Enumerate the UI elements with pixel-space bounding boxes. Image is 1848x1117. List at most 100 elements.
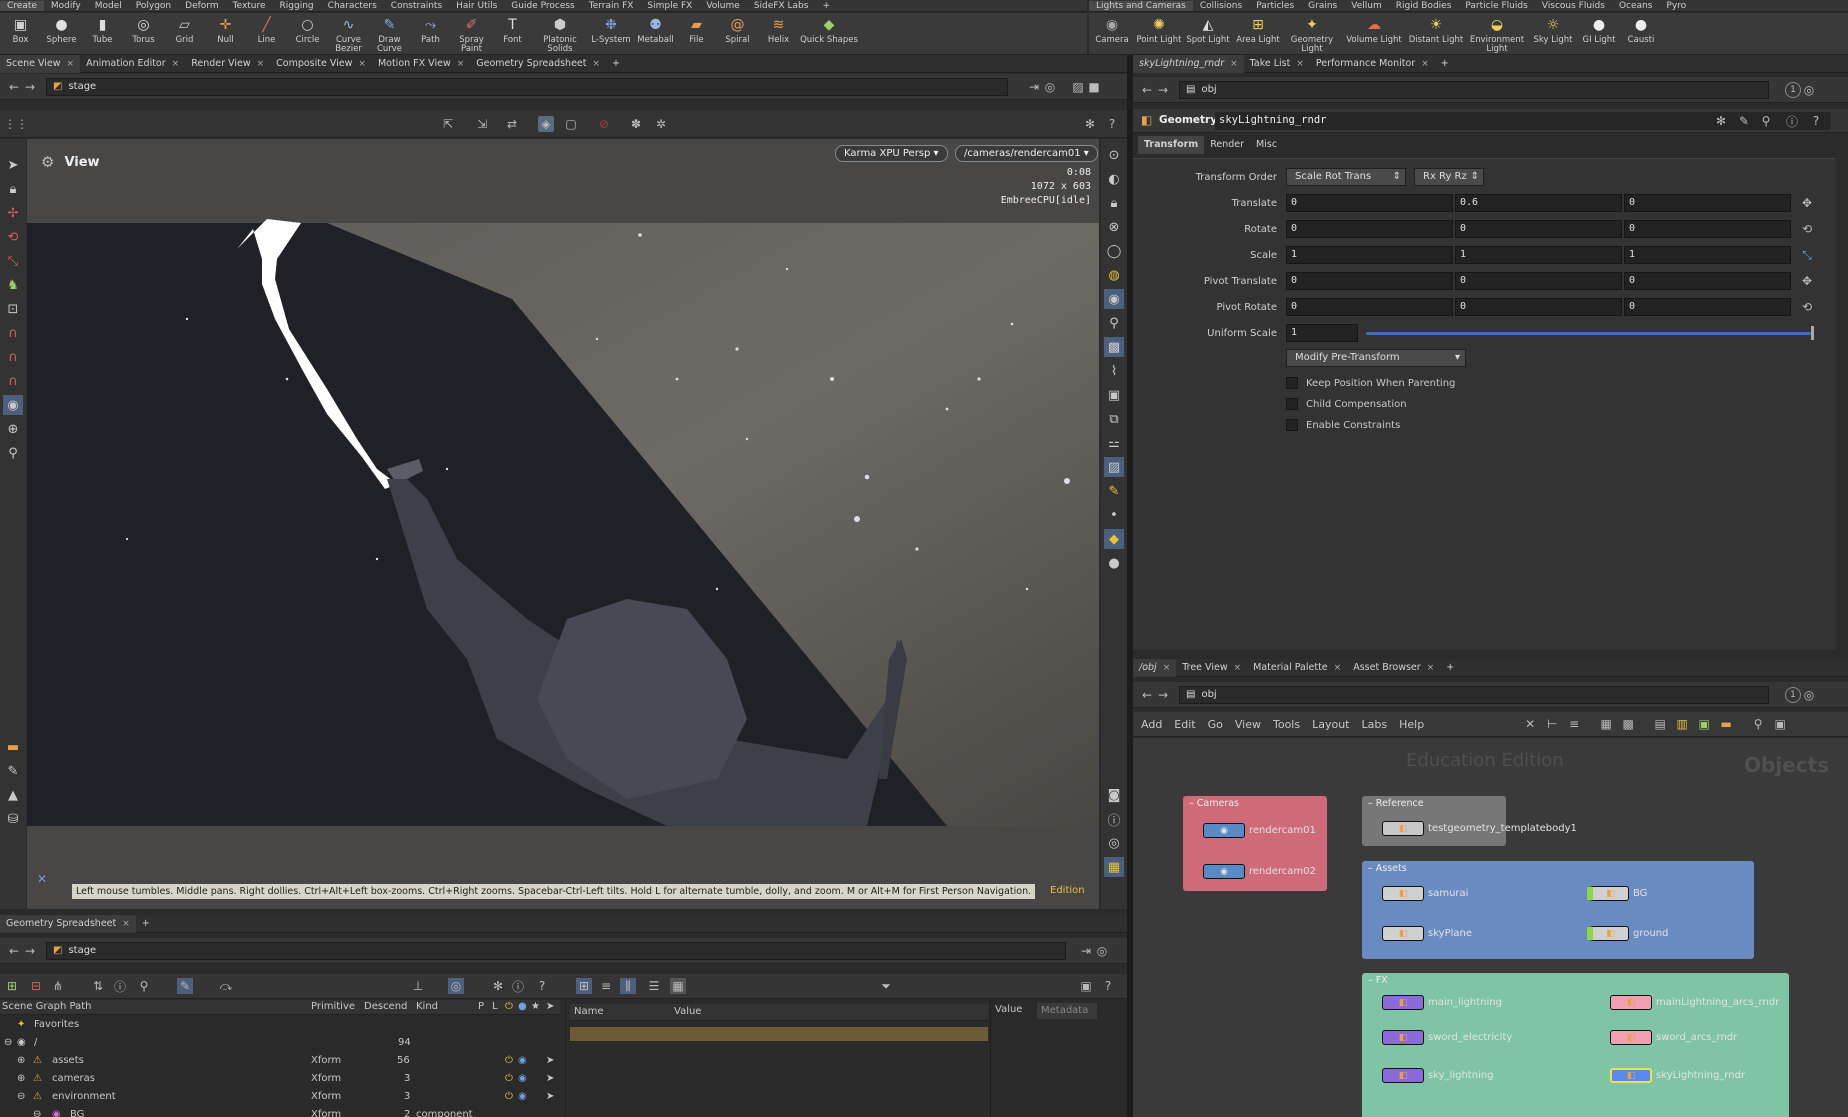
params-scrollbar[interactable] <box>1835 158 1848 650</box>
funnel-icon[interactable]: ⏷ <box>878 978 894 994</box>
filter-icon[interactable]: ⋔ <box>50 978 66 994</box>
node-main-lightning-arcs[interactable]: ◧ mainLightning_arcs_rndr <box>1610 995 1779 1010</box>
search-icon[interactable]: ⚲ <box>1758 113 1774 129</box>
close-icon[interactable]: × <box>1230 55 1238 73</box>
node-samurai[interactable]: ◧ samurai <box>1382 886 1468 901</box>
node-skyplane[interactable]: ◧ skyPlane <box>1382 926 1472 941</box>
link-path-icon[interactable]: ⤼ <box>218 978 234 994</box>
pin-icon[interactable]: ⇥ <box>1078 943 1094 959</box>
spot-light-tool[interactable]: ◭ Spot Light <box>1183 17 1233 45</box>
selected-row[interactable] <box>570 1027 988 1041</box>
column-header[interactable]: P <box>478 1001 484 1012</box>
handle-icon[interactable]: ⟲ <box>1799 299 1815 315</box>
shelf-tab[interactable]: Modify <box>44 1 88 11</box>
tab-motion-fx-view[interactable]: Motion FX View × <box>372 55 470 73</box>
preview-icon[interactable]: ▩ <box>1104 337 1124 357</box>
shelf-tab[interactable]: Texture <box>226 1 273 11</box>
node-sky-lightning-rndr[interactable]: ◧ skyLightning_rndr <box>1610 1068 1745 1083</box>
shelf-tab[interactable]: Constraints <box>384 1 449 11</box>
tab-tree-view[interactable]: Tree View × <box>1176 659 1247 677</box>
node-ground[interactable]: ◧ ground <box>1587 926 1668 941</box>
sort-icon[interactable]: ⇅ <box>90 978 106 994</box>
node-sword-electricity[interactable]: ◧ sword_electricity <box>1382 1030 1512 1045</box>
gear-icon[interactable]: ✻ <box>1082 116 1098 132</box>
slider-handle[interactable] <box>1811 326 1814 340</box>
shading-icon[interactable]: ◐ <box>1104 169 1124 189</box>
add-shelf-tab-icon[interactable]: + <box>815 1 837 11</box>
render-region-icon[interactable]: ▣ <box>1104 385 1124 405</box>
info-icon[interactable]: ⓘ <box>112 978 128 994</box>
shelf-tab[interactable]: Pyro <box>1659 1 1693 11</box>
layout-icon[interactable]: ▦ <box>1104 857 1124 877</box>
bones-icon[interactable]: ⚍ <box>1104 433 1124 453</box>
shelf-tab[interactable]: Volume <box>699 1 746 11</box>
shelf-tab[interactable]: Characters <box>321 1 384 11</box>
brush-icon[interactable]: ✎ <box>1736 113 1752 129</box>
bucket-icon[interactable]: ⛁ <box>3 809 23 829</box>
node-rendercam02[interactable]: ◉ rendercam02 <box>1203 864 1316 879</box>
column-header[interactable]: Primitive <box>311 1001 355 1012</box>
gear-icon[interactable]: ✻ <box>1713 113 1729 129</box>
menu-labs[interactable]: Labs <box>1362 718 1388 731</box>
tab-asset-browser[interactable]: Asset Browser × <box>1347 659 1440 677</box>
highlight-icon[interactable]: ✎ <box>177 978 193 994</box>
shelf-tab[interactable]: Oceans <box>1612 1 1659 11</box>
spreadsheet-path-field[interactable]: ◩ stage <box>46 941 1066 960</box>
link-icon[interactable]: ◎ <box>1801 82 1817 98</box>
brush-icon[interactable]: ✎ <box>3 761 23 781</box>
shelf-tab[interactable]: Rigid Bodies <box>1389 1 1459 11</box>
close-icon[interactable]: × <box>1421 55 1429 73</box>
note-icon[interactable]: ▥ <box>1674 716 1690 732</box>
maximize-icon[interactable]: ■ <box>1086 79 1102 95</box>
lock-camera-icon[interactable]: 🔒︎ <box>1104 193 1124 213</box>
info-icon[interactable]: ⓘ <box>1784 113 1800 129</box>
image-icon[interactable]: ▨ <box>1104 457 1124 477</box>
layout-icon[interactable]: ▤ <box>1652 716 1668 732</box>
select-arrow-icon[interactable]: ➤ <box>3 155 23 175</box>
transform-order-menu[interactable]: Scale Rot Trans ⇕ <box>1286 168 1406 186</box>
distant-light-tool[interactable]: ☀ Distant Light <box>1407 17 1465 45</box>
menu-go[interactable]: Go <box>1208 718 1223 731</box>
menu-edit[interactable]: Edit <box>1174 718 1195 731</box>
close-icon[interactable]: × <box>1334 659 1342 677</box>
snapshot-icon[interactable]: ◙ <box>1104 785 1124 805</box>
curve-bezier-tool[interactable]: ∿ Curve Bezier <box>328 17 369 54</box>
fill-icon[interactable]: ▲ <box>3 785 23 805</box>
shelf-tab[interactable]: Grains <box>1301 1 1344 11</box>
info-circle-icon[interactable]: ⓘ <box>510 978 526 994</box>
box-icon[interactable]: ▬ <box>1718 716 1734 732</box>
null-tool[interactable]: ✛ Null <box>205 17 246 45</box>
add-tab-icon[interactable]: + <box>1435 55 1455 73</box>
table-row[interactable]: ⊕ ⚠ assets Xform 56 ⏻ ◉ ➤ <box>0 1053 554 1068</box>
magnet-icon[interactable]: ∩ <box>3 323 23 343</box>
translate-y-field[interactable]: 0.6 <box>1455 194 1622 212</box>
tab-geometry-spreadsheet[interactable]: Geometry Spreadsheet × <box>0 914 136 933</box>
close-icon[interactable]: × <box>358 55 366 73</box>
point-icon[interactable]: • <box>1104 505 1124 525</box>
tab-geometry-spreadsheet[interactable]: Geometry Spreadsheet × <box>470 55 606 73</box>
uniform-scale-slider[interactable] <box>1366 331 1811 335</box>
area-light-tool[interactable]: ⊞ Area Light <box>1233 17 1283 45</box>
geometry-light-tool[interactable]: ✦ Geometry Light <box>1283 17 1341 54</box>
handle-icon[interactable]: ✥ <box>1799 195 1815 211</box>
viewer-path-field[interactable]: ◩ stage <box>46 77 1008 96</box>
help-icon[interactable]: ? <box>1100 978 1116 994</box>
handle-icon[interactable]: ⟲ <box>1799 221 1815 237</box>
link-icon[interactable]: ◎ <box>1801 687 1817 703</box>
image-icon[interactable]: ▣ <box>1696 716 1712 732</box>
shelf-tab[interactable]: Hair Utils <box>449 1 504 11</box>
tube-tool[interactable]: ▮ Tube <box>82 17 123 45</box>
ghost-icon[interactable]: ◯ <box>1104 241 1124 261</box>
collapse-icon[interactable]: – <box>1189 798 1194 809</box>
shelf-tab[interactable]: Create <box>0 0 44 11</box>
quick-shapes-tool[interactable]: ◆ Quick Shapes <box>799 17 859 45</box>
spray-paint-tool[interactable]: ✐ Spray Paint <box>451 17 492 54</box>
tree-mode-icon[interactable]: ⊞ <box>576 978 592 994</box>
table-row[interactable]: ⊖ ◉ BG Xform 2 component <box>0 1107 475 1117</box>
expand-icon[interactable]: ⊖ <box>17 1091 25 1102</box>
forward-arrow-icon[interactable]: → <box>1155 82 1171 98</box>
pane-number-icon[interactable]: 1 <box>1785 81 1801 98</box>
network-path-field[interactable]: ▤ obj <box>1179 685 1769 704</box>
gi-light-tool[interactable]: ● GI Light <box>1577 17 1621 45</box>
camera-icon[interactable]: ▣ <box>1772 716 1788 732</box>
